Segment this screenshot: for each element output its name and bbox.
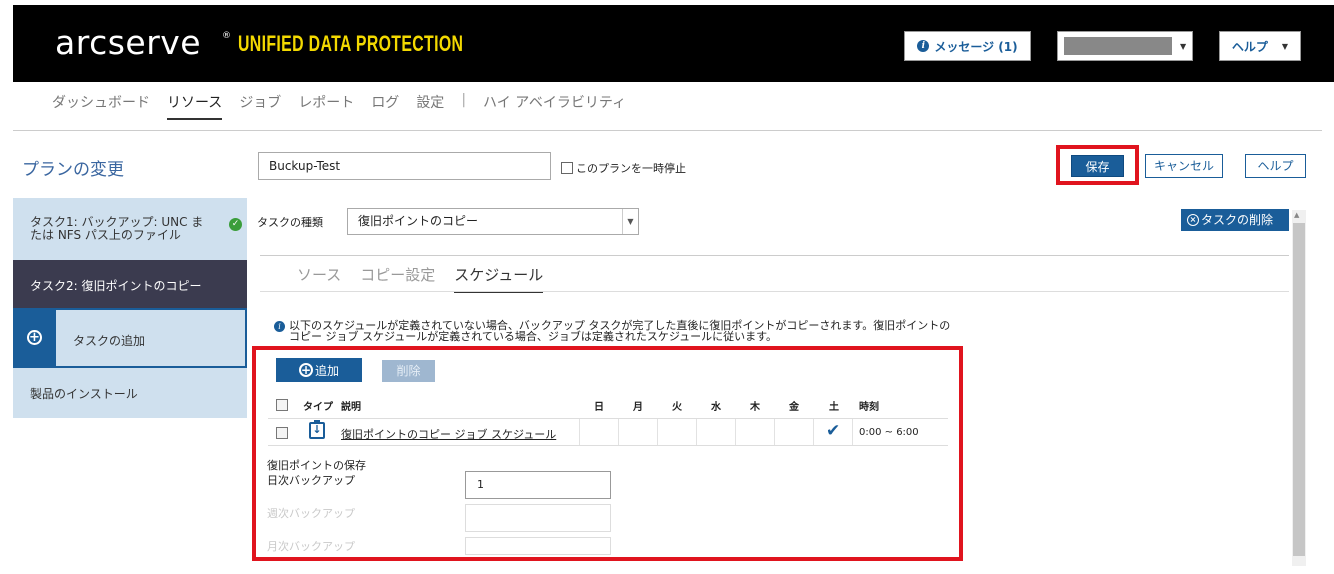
- messages-button[interactable]: i メッセージ (1): [904, 31, 1031, 61]
- checkmark-icon: ✔: [826, 421, 841, 441]
- plan-name-input[interactable]: Buckup-Test: [258, 152, 551, 180]
- pause-plan-checkbox[interactable]: このプランを一時停止: [561, 160, 686, 176]
- day-cell-tue: [657, 419, 696, 445]
- tab-source[interactable]: ソース: [297, 264, 341, 293]
- retention-title: 復旧ポイントの保存: [267, 459, 366, 472]
- scroll-up-icon[interactable]: ▲: [1294, 211, 1299, 219]
- weekly-backup-label: 週次バックアップ: [267, 507, 355, 520]
- tab-copy-settings[interactable]: コピー設定: [360, 264, 435, 293]
- divider: [260, 255, 1289, 256]
- sidebar-install-label: 製品のインストール: [30, 387, 138, 401]
- col-sun: 日: [594, 402, 604, 413]
- top-header: arcserve ® UNIFIED DATA PROTECTION i メッセ…: [13, 5, 1334, 82]
- day-cell-fri: [774, 419, 813, 445]
- col-desc: 説明: [341, 402, 361, 413]
- weekly-backup-input[interactable]: [465, 504, 611, 532]
- schedule-desc-link[interactable]: 復旧ポイントのコピー ジョブ スケジュール: [341, 426, 556, 442]
- row-checkbox[interactable]: [276, 427, 288, 439]
- nav-high-availability[interactable]: ハイ アベイラビリティ: [483, 92, 626, 120]
- select-all-checkbox[interactable]: [276, 399, 288, 411]
- daily-backup-input[interactable]: 1: [465, 471, 611, 499]
- table-row[interactable]: 復旧ポイントのコピー ジョブ スケジュール ✔ 0:00 ~ 6:00: [268, 418, 948, 446]
- copy-recovery-point-icon: [309, 420, 325, 439]
- col-mon: 月: [633, 402, 643, 413]
- nav-settings[interactable]: 設定: [416, 92, 444, 120]
- divider: [260, 291, 1289, 292]
- schedule-time: 0:00 ~ 6:00: [859, 427, 919, 438]
- sidebar-task2-label: タスク2: 復旧ポイントのコピー: [30, 279, 202, 293]
- task-type-select[interactable]: 復旧ポイントのコピー ▼: [347, 208, 639, 235]
- daily-backup-label: 日次バックアップ: [267, 474, 355, 487]
- add-schedule-label: 追加: [314, 363, 339, 378]
- main-nav: ダッシュボード リソース ジョブ レポート ログ 設定 | ハイ アベイラビリテ…: [52, 92, 643, 120]
- nav-reports[interactable]: レポート: [298, 92, 354, 120]
- day-cell-mon: [618, 419, 657, 445]
- cancel-button[interactable]: キャンセル: [1145, 154, 1223, 178]
- delete-schedule-button[interactable]: 削除: [382, 360, 435, 382]
- checkbox-icon[interactable]: [561, 162, 573, 174]
- tab-schedule[interactable]: スケジュール: [454, 264, 544, 293]
- help-menu-label: ヘルプ: [1231, 39, 1268, 54]
- messages-label: メッセージ (1): [934, 39, 1018, 54]
- chevron-down-icon[interactable]: ▼: [622, 209, 638, 234]
- nav-separator: |: [461, 92, 467, 108]
- task-type-label: タスクの種類: [257, 216, 323, 229]
- task-subtabs: ソース コピー設定 スケジュール: [297, 264, 562, 293]
- schedule-info-text: 以下のスケジュールが定義されていない場合、バックアップ タスクが完了した直後に復…: [289, 319, 951, 343]
- col-thu: 木: [750, 402, 760, 413]
- help-button[interactable]: ヘルプ: [1245, 154, 1306, 178]
- col-fri: 金: [789, 402, 799, 413]
- sidebar-task2[interactable]: タスク2: 復旧ポイントのコピー: [13, 260, 247, 308]
- schedule-table-header: タイプ 説明 日 月 火 水 木 金 土 時刻: [268, 392, 948, 416]
- day-cell-sun: [579, 419, 618, 445]
- save-button[interactable]: 保存: [1071, 155, 1124, 177]
- day-cell-thu: [735, 419, 774, 445]
- user-menu[interactable]: ▼: [1057, 31, 1193, 61]
- add-schedule-button[interactable]: + 追加: [276, 358, 362, 382]
- col-type: タイプ: [303, 402, 333, 413]
- col-time: 時刻: [859, 402, 879, 413]
- sidebar-add-task-label: タスクの追加: [73, 334, 146, 348]
- user-name-redacted: [1064, 37, 1172, 55]
- task-type-value: 復旧ポイントのコピー: [358, 214, 479, 228]
- help-menu-button[interactable]: ヘルプ ▼: [1219, 31, 1301, 61]
- close-circle-icon: ×: [1187, 214, 1199, 226]
- product-name: UNIFIED DATA PROTECTION: [238, 31, 464, 56]
- monthly-backup-input[interactable]: [465, 537, 611, 555]
- nav-jobs[interactable]: ジョブ: [239, 92, 281, 120]
- chevron-down-icon: ▼: [1281, 41, 1289, 51]
- delete-task-button[interactable]: × タスクの削除: [1181, 209, 1289, 231]
- delete-task-label: タスクの削除: [1201, 213, 1274, 227]
- schedule-info: i 以下のスケジュールが定義されていない場合、バックアップ タスクが完了した直後…: [274, 320, 954, 342]
- plus-circle-icon: +: [27, 330, 42, 345]
- scrollbar-thumb[interactable]: [1293, 223, 1305, 556]
- nav-dashboard[interactable]: ダッシュボード: [52, 92, 150, 120]
- col-wed: 水: [711, 402, 721, 413]
- col-sat: 土: [829, 402, 839, 413]
- page-title: プランの変更: [22, 160, 124, 180]
- sidebar-add-task[interactable]: + タスクの追加: [13, 308, 247, 368]
- sidebar-task1[interactable]: タスク1: バックアップ: UNC または NFS パス上のファイル ✓: [13, 198, 247, 260]
- check-circle-icon: ✓: [229, 218, 242, 231]
- sidebar-install-product[interactable]: 製品のインストール: [13, 368, 247, 418]
- chevron-down-icon: ▼: [1180, 41, 1187, 51]
- nav-resources[interactable]: リソース: [167, 92, 223, 120]
- col-tue: 火: [672, 402, 682, 413]
- monthly-backup-label: 月次バックアップ: [267, 540, 355, 553]
- brand-registered-mark: ®: [222, 31, 231, 41]
- brand-logo: arcserve: [55, 23, 202, 62]
- info-icon: i: [917, 40, 930, 52]
- nav-logs[interactable]: ログ: [371, 92, 399, 120]
- sidebar-task1-label: タスク1: バックアップ: UNC または NFS パス上のファイル: [30, 215, 204, 242]
- info-icon: i: [274, 321, 285, 332]
- day-cell-wed: [696, 419, 735, 445]
- plus-circle-icon: +: [298, 363, 313, 377]
- pause-plan-label: このプランを一時停止: [576, 162, 686, 175]
